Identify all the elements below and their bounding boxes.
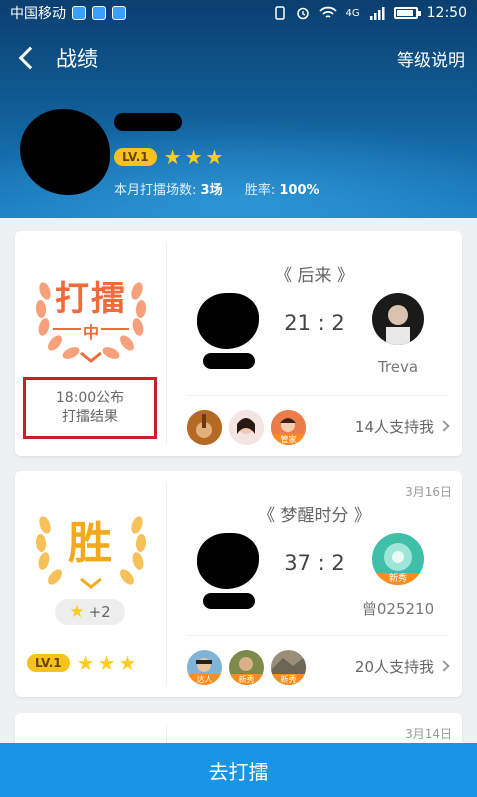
bonus-value: +2 [88,603,111,621]
supporter-avatar[interactable]: 达人 [187,650,222,685]
supporter-tag: 管家 [271,434,306,445]
supporters-count: 20人支持我 [354,658,434,676]
song-title: 《 梦醒时分 》 [258,506,371,526]
publish-time: 18:00公布 [55,390,125,406]
notification-app-icon [72,6,86,20]
opponent-avatar[interactable]: 新秀 [372,533,424,585]
star-icon: ★ [97,651,116,675]
supporter-tag: 新秀 [271,674,306,685]
result-publish-notice: 18:00公布 打擂结果 [23,377,157,439]
back-icon[interactable] [4,30,48,86]
level-badge: LV.1 [114,148,157,166]
status-title: 打擂 [55,279,127,319]
header: 中国移动 4G 12:50 战绩 等级说明 LV.1 ★ ★ ★ 本月打擂场数: [0,0,477,218]
avatar [20,109,110,195]
match-date: 3月14日 [405,727,452,741]
win-emblem: 胜 [31,495,151,605]
supporters-row[interactable]: 达人 新秀 新秀 20人支持我 [187,635,450,695]
match-detail: 3月16日 《 梦醒时分 》 37 : 2 新秀 曾025210 达人 新秀 新… [167,471,462,697]
clock: 12:50 [426,5,467,21]
supporter-avatars: 管家 [187,410,306,445]
supporters-count: 14人支持我 [354,418,434,436]
go-battle-button[interactable]: 去打擂 [0,743,477,797]
star-bonus: ★ +2 [55,599,125,625]
supporter-tag: 达人 [187,674,222,685]
matches-value: 3场 [200,183,223,198]
notification-app-icon [112,6,126,20]
win-rate-label: 胜率: [244,183,276,198]
my-name-redacted [203,593,255,609]
vibrate-icon [274,6,285,20]
status-bar: 中国移动 4G 12:50 [0,0,477,26]
supporter-avatar[interactable]: 管家 [271,410,306,445]
win-rate-value: 100% [279,183,320,198]
matches-label: 本月打擂场数: [114,183,197,198]
level-explanation-link[interactable]: 等级说明 [397,46,465,71]
opponent-tag: 新秀 [372,573,424,585]
supporter-avatars: 达人 新秀 新秀 [187,650,306,685]
page-title: 战绩 [56,47,98,71]
divider [101,328,129,330]
battery-icon [393,7,421,19]
opponent-avatar[interactable] [372,293,424,345]
supporter-tag: 新秀 [229,674,264,685]
alarm-icon [296,7,309,20]
supporter-avatar[interactable] [187,410,222,445]
wifi-icon [318,6,337,18]
nav-bar: 战绩 等级说明 [0,30,477,86]
status-subtitle: 中 [82,323,99,342]
star-icon: ★ [163,145,182,169]
status-title: 胜 [68,518,114,569]
match-date: 3月16日 [405,485,452,499]
star-icon: ★ [76,651,95,675]
signal-icon [369,7,385,20]
battle-card[interactable]: 胜 ★ +2 LV.1 ★ ★ ★ 3月16日 《 梦醒时分 》 37 : 2 … [15,471,462,697]
supporter-avatar[interactable]: 新秀 [271,650,306,685]
battle-status-panel: 打擂 中 18:00公布 打擂结果 [15,231,167,456]
level-badge: LV.1 [27,654,70,672]
supporter-avatar[interactable]: 新秀 [229,650,264,685]
supporters-count-link[interactable]: 20人支持我 [354,656,450,677]
profile-summary: LV.1 ★ ★ ★ 本月打擂场数: 3场 胜率: 100% [16,105,456,205]
supporters-row[interactable]: 管家 14人支持我 [187,395,450,455]
notification-app-icon [92,6,106,20]
supporters-count-link[interactable]: 14人支持我 [354,416,450,437]
carrier-label: 中国移动 [10,6,66,22]
chevron-right-icon [438,420,450,432]
level-row: LV.1 ★ ★ ★ [27,653,136,673]
in-battle-emblem: 打擂 中 [31,261,151,371]
star-icon: ★ [184,145,203,169]
my-name-redacted [203,353,255,369]
chevron-right-icon [438,660,450,672]
song-title: 《 后来 》 [275,266,354,286]
opponent-name: Treva [377,358,419,376]
network-type: 4G [345,7,360,19]
star-icon: ★ [69,601,85,622]
supporter-avatar[interactable] [229,410,264,445]
username-redacted [114,113,182,131]
battle-card[interactable]: 打擂 中 18:00公布 打擂结果 《 后来 》 21 : 2 Treva 管家… [15,231,462,456]
monthly-stats: 本月打擂场数: 3场 胜率: 100% [114,179,320,198]
publish-label: 打擂结果 [62,409,118,425]
level-row: LV.1 ★ ★ ★ [114,147,223,167]
star-icon: ★ [118,651,137,675]
opponent-name: 曾025210 [361,600,435,618]
match-detail: 《 后来 》 21 : 2 Treva 管家 14人支持我 [167,231,462,456]
battle-status-panel: 胜 ★ +2 LV.1 ★ ★ ★ [15,471,167,697]
star-icon: ★ [205,145,224,169]
